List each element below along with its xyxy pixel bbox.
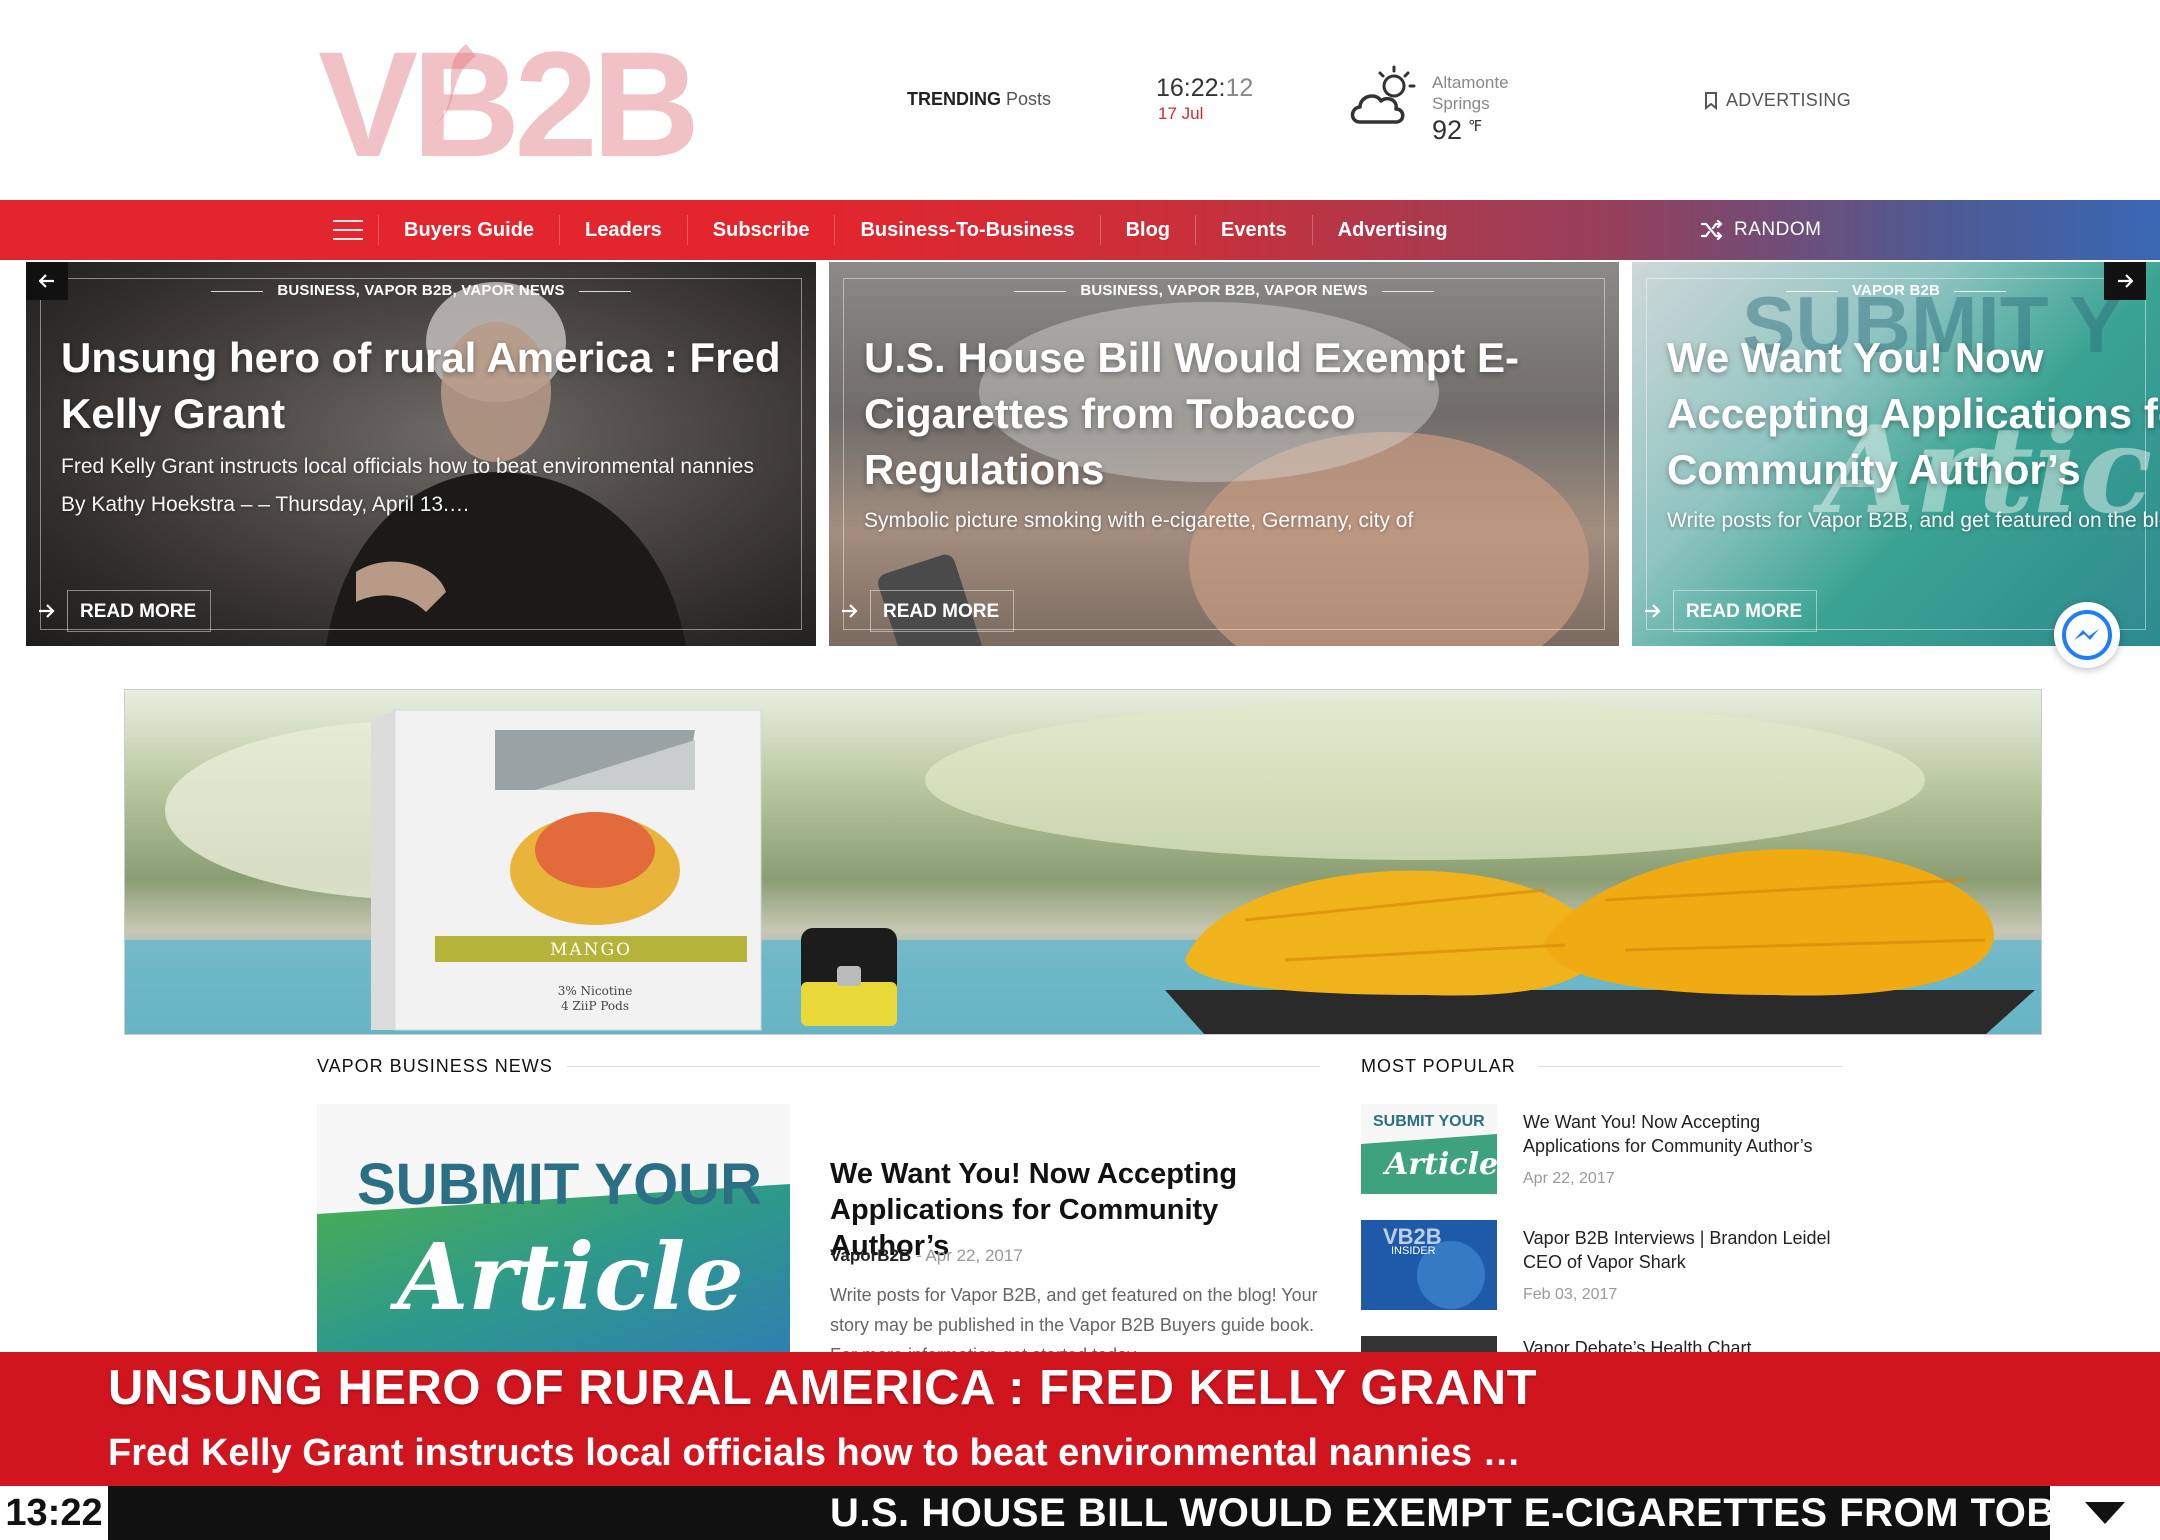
nav-blog[interactable]: Blog	[1099, 215, 1195, 245]
menu-icon[interactable]	[333, 220, 363, 240]
main-nav-links: Buyers Guide Leaders Subscribe Business-…	[378, 200, 1473, 260]
article-author[interactable]: VaporB2B	[830, 1246, 911, 1265]
arrow-right-icon	[1632, 590, 1674, 632]
chevron-down-icon	[2085, 1502, 2125, 1524]
nav-events[interactable]: Events	[1195, 215, 1312, 245]
submit-article-thumb-image: SUBMIT YOUR Article	[1361, 1104, 1497, 1194]
popular-thumbnail[interactable]	[1361, 1336, 1497, 1352]
read-more-button[interactable]: READ MORE	[829, 590, 1015, 632]
arrow-left-icon	[39, 274, 54, 288]
ad-flavor-label: MANGO	[550, 940, 632, 960]
breaking-subline: Fred Kelly Grant instructs local officia…	[108, 1432, 1521, 1474]
slide-categories[interactable]: VAPOR B2B	[1632, 282, 2160, 299]
nav-advertising[interactable]: Advertising	[1311, 215, 1473, 245]
ad-pods-label: 4 ZiiP Pods	[561, 999, 629, 1013]
popular-title[interactable]: Vapor B2B Interviews | Brandon Leidel CE…	[1523, 1226, 1853, 1274]
weather-temperature: 92 ℉	[1432, 115, 1483, 145]
popular-title[interactable]: Vapor Debate’s Health Chart	[1523, 1336, 1853, 1352]
svg-text:Article: Article	[1382, 1147, 1497, 1182]
slide-categories[interactable]: BUSINESS, VAPOR B2B, VAPOR NEWS	[829, 282, 1619, 299]
logo-wordmark: VB2B	[318, 24, 694, 176]
breaking-headline[interactable]: UNSUNG HERO OF RURAL AMERICA : FRED KELL…	[108, 1360, 1537, 1416]
thumb-article: Article	[389, 1223, 744, 1331]
popular-date: Apr 22, 2017	[1523, 1170, 1615, 1187]
svg-text:INSIDER: INSIDER	[1391, 1245, 1436, 1257]
svg-text:SUBMIT YOUR: SUBMIT YOUR	[1373, 1113, 1485, 1130]
popular-thumbnail[interactable]: SUBMIT YOUR Article	[1361, 1104, 1497, 1194]
read-more-button[interactable]: READ MORE	[26, 590, 212, 632]
arrow-right-icon	[829, 590, 871, 632]
random-post-button[interactable]: RANDOM	[1700, 214, 1821, 246]
shuffle-icon	[1700, 220, 1723, 240]
thumb-submit-your: SUBMIT YOUR	[357, 1152, 762, 1217]
ziip-mango-ad-image: MANGO 3% Nicotine 4 ZiiP Pods	[125, 700, 2041, 1034]
trending-posts-link[interactable]: TRENDING Posts	[907, 89, 1051, 110]
nav-buyers-guide[interactable]: Buyers Guide	[378, 215, 559, 245]
slide-excerpt: Symbolic picture smoking with e-cigarett…	[864, 509, 1414, 532]
section-divider	[1538, 1066, 1843, 1067]
ticker-scrolling-headline[interactable]: U.S. HOUSE BILL WOULD EXEMPT E-CIGARETTE…	[830, 1486, 2050, 1540]
bookmark-icon	[1705, 91, 1717, 110]
header-clock: 16:22:12	[1156, 74, 1254, 102]
section-heading-vapor-business-news: VAPOR BUSINESS NEWS	[317, 1056, 553, 1076]
site-logo[interactable]: VB2B	[316, 24, 726, 176]
read-more-button[interactable]: READ MORE	[1632, 590, 1818, 632]
article-thumbnail[interactable]: SUBMIT YOUR Article	[317, 1104, 790, 1354]
ticker-clock: 13:22	[0, 1486, 108, 1540]
slide-title[interactable]: We Want You! Now Accepting Applications …	[1667, 330, 2160, 498]
popular-thumbnail[interactable]: VB2B INSIDER	[1361, 1220, 1497, 1310]
header-date: 17 Jul	[1158, 104, 1204, 123]
section-divider	[567, 1066, 1320, 1067]
featured-slide[interactable]: BUSINESS, VAPOR B2B, VAPOR NEWS U.S. Hou…	[829, 262, 1619, 646]
featured-slide[interactable]: SUBMIT Y Artic VAPOR B2B We Want You! No…	[1632, 262, 2160, 646]
ad-nicotine-label: 3% Nicotine	[558, 984, 633, 998]
slide-title[interactable]: U.S. House Bill Would Exempt E-Cigarette…	[864, 330, 1589, 498]
weather-location: Altamonte Springs	[1432, 73, 1509, 113]
slide-title[interactable]: Unsung hero of rural America : Fred Kell…	[61, 330, 786, 442]
popular-date: Feb 03, 2017	[1523, 1286, 1618, 1303]
header-advertising-link[interactable]: ADVERTISING	[1704, 90, 1851, 111]
arrow-right-icon	[2118, 274, 2133, 288]
article-meta: VaporB2B - Apr 22, 2017	[830, 1246, 1023, 1265]
nav-leaders[interactable]: Leaders	[559, 215, 687, 245]
featured-slide[interactable]: BUSINESS, VAPOR B2B, VAPOR NEWS Unsung h…	[26, 262, 816, 646]
advertisement-banner[interactable]: MANGO 3% Nicotine 4 ZiiP Pods	[124, 689, 2042, 1035]
vb2b-insider-thumb-image: VB2B INSIDER	[1361, 1220, 1497, 1310]
slide-categories[interactable]: BUSINESS, VAPOR B2B, VAPOR NEWS	[26, 282, 816, 299]
nav-business-to-business[interactable]: Business-To-Business	[834, 215, 1099, 245]
arrow-right-icon	[26, 590, 68, 632]
section-heading-most-popular: MOST POPULAR	[1361, 1056, 1516, 1076]
nav-subscribe[interactable]: Subscribe	[686, 215, 835, 245]
messenger-chat-button[interactable]	[2054, 602, 2120, 668]
messenger-icon	[2062, 610, 2112, 660]
submit-article-image: SUBMIT YOUR Article	[317, 1104, 790, 1354]
ticker-collapse-button[interactable]	[2050, 1486, 2160, 1540]
slide-excerpt: Write posts for Vapor B2B, and get featu…	[1667, 509, 2160, 532]
slider-next-button[interactable]	[2104, 262, 2146, 300]
partly-cloudy-icon	[1350, 65, 1416, 124]
slider-prev-button[interactable]	[26, 262, 68, 300]
popular-title[interactable]: We Want You! Now Accepting Applications …	[1523, 1110, 1853, 1158]
slide-excerpt: Fred Kelly Grant instructs local officia…	[61, 455, 754, 516]
